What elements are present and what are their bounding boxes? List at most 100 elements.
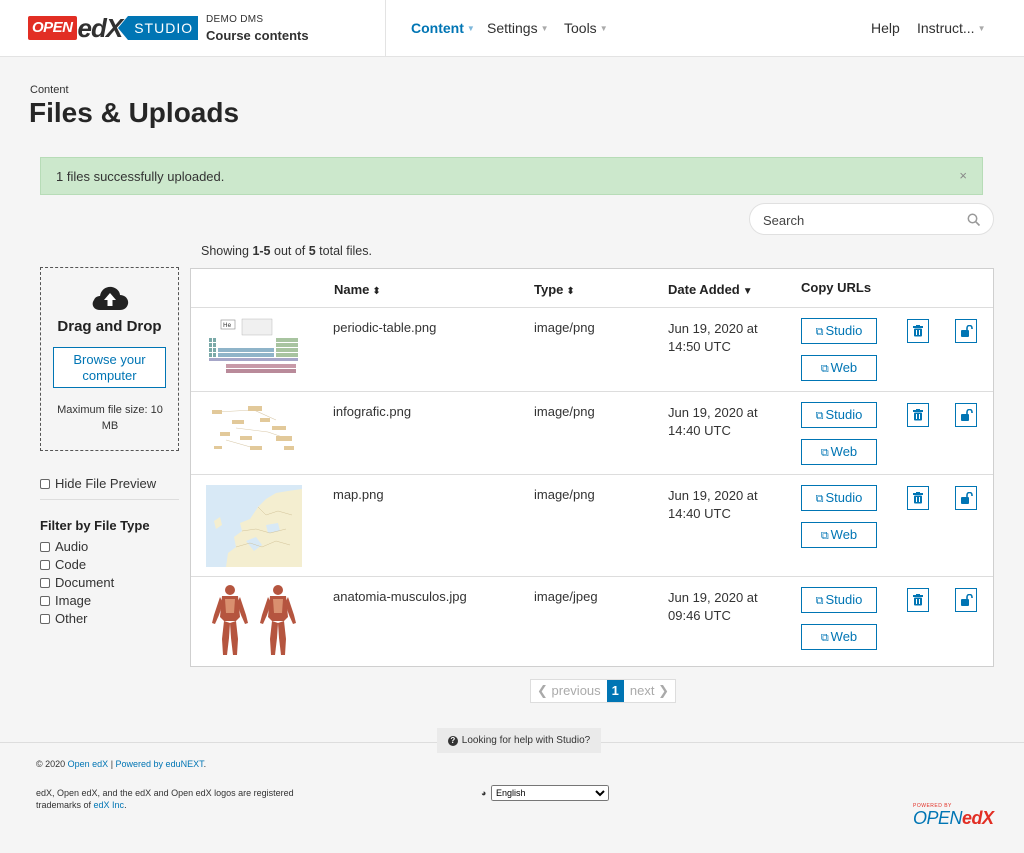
filter-audio-checkbox[interactable] xyxy=(40,541,50,552)
filter-other-checkbox[interactable] xyxy=(40,613,50,624)
logo-open-text: OPEN xyxy=(28,15,77,40)
hide-preview-toggle[interactable]: Hide File Preview xyxy=(40,476,156,491)
file-name[interactable]: anatomia-musculos.jpg xyxy=(333,589,467,604)
copy-web-url-button[interactable]: ⧉ Web xyxy=(801,522,877,548)
file-type: image/png xyxy=(534,320,595,335)
delete-button[interactable] xyxy=(907,588,929,612)
summary-total: 5 xyxy=(308,244,316,258)
filter-document-checkbox[interactable] xyxy=(40,577,50,588)
search-input[interactable] xyxy=(763,210,953,230)
search-icon[interactable] xyxy=(967,213,981,227)
filter-document[interactable]: Document xyxy=(40,575,114,590)
lock-toggle-button[interactable] xyxy=(955,588,977,612)
chevron-down-icon: ▼ xyxy=(977,24,986,33)
delete-button[interactable] xyxy=(907,486,929,510)
studio-logo[interactable]: OPEN edX STUDIO xyxy=(28,13,199,42)
powered-by-openedx-logo[interactable]: POWERED BY OPENedX xyxy=(913,803,994,827)
file-date-time: 14:40 UTC xyxy=(668,423,731,438)
filter-image[interactable]: Image xyxy=(40,593,91,608)
language-select[interactable]: English xyxy=(490,785,609,801)
table-row: He periodic-table.png image/png Jun 19, … xyxy=(191,307,993,391)
file-date: Jun 19, 2020 at 14:50 UTC xyxy=(668,320,758,356)
filter-image-checkbox[interactable] xyxy=(40,595,50,606)
course-info[interactable]: DEMO DMS Course contents xyxy=(206,14,309,43)
copy-icon: ⧉ xyxy=(815,326,824,338)
results-summary: Showing 1-5 out of 5 total files. xyxy=(201,244,372,258)
column-header-date[interactable]: Date Added ▼ xyxy=(668,282,753,297)
file-name[interactable]: periodic-table.png xyxy=(333,320,436,335)
pagination-previous[interactable]: ❮ previous xyxy=(531,680,607,702)
nav-settings-menu[interactable]: Settings ▼ xyxy=(487,20,549,36)
edx-inc-link[interactable]: edX Inc xyxy=(94,800,125,810)
copy-web-url-button[interactable]: ⧉ Web xyxy=(801,355,877,381)
nav-user-menu[interactable]: Instruct... ▼ xyxy=(917,20,986,36)
column-header-name[interactable]: Name ⬍ xyxy=(334,282,381,297)
filter-code-checkbox[interactable] xyxy=(40,559,50,570)
course-org: DEMO DMS xyxy=(206,14,264,25)
file-thumbnail[interactable] xyxy=(206,485,302,567)
unlock-icon xyxy=(961,594,973,606)
file-thumbnail[interactable]: He xyxy=(206,318,302,374)
copy-icon: ⧉ xyxy=(815,493,824,505)
file-date: Jun 19, 2020 at 14:40 UTC xyxy=(668,487,758,523)
filter-other[interactable]: Other xyxy=(40,611,88,626)
files-table: Name⬍ Type⬍ Date Added▼ Copy URLs He xyxy=(190,268,994,667)
browse-computer-button[interactable]: Browse your computer xyxy=(53,347,166,388)
copy-studio-url-button[interactable]: ⧉ Studio xyxy=(801,485,877,511)
nav-help-link[interactable]: Help xyxy=(871,20,900,36)
globe-icon: ◕ xyxy=(481,788,487,798)
close-icon[interactable]: × xyxy=(959,168,967,183)
copyright-prefix: © 2020 xyxy=(36,759,68,769)
copy-web-url-button[interactable]: ⧉ Web xyxy=(801,624,877,650)
breadcrumb: Content xyxy=(30,84,69,96)
lock-toggle-button[interactable] xyxy=(955,319,977,343)
copy-icon: ⧉ xyxy=(820,632,829,644)
file-name[interactable]: map.png xyxy=(333,487,384,502)
file-type: image/png xyxy=(534,487,595,502)
sort-icon: ⬍ xyxy=(566,286,575,297)
lock-toggle-button[interactable] xyxy=(955,403,977,427)
search-box xyxy=(749,203,994,235)
copy-studio-url-button[interactable]: ⧉ Studio xyxy=(801,318,877,344)
copy-studio-label: Studio xyxy=(825,407,863,422)
trash-icon xyxy=(913,594,923,606)
file-date: Jun 19, 2020 at 09:46 UTC xyxy=(668,589,758,625)
hide-preview-checkbox[interactable] xyxy=(40,478,50,489)
summary-range: 1-5 xyxy=(252,244,271,258)
trash-icon xyxy=(913,409,923,421)
copy-studio-url-button[interactable]: ⧉ Studio xyxy=(801,402,877,428)
filter-label: Audio xyxy=(55,539,89,554)
delete-button[interactable] xyxy=(907,403,929,427)
copy-web-url-button[interactable]: ⧉ Web xyxy=(801,439,877,465)
trademarks-text: edX, Open edX, and the edX and Open edX … xyxy=(36,788,294,810)
nav-content-menu[interactable]: Content ▼ xyxy=(411,20,475,36)
delete-button[interactable] xyxy=(907,319,929,343)
file-name[interactable]: infografic.png xyxy=(333,404,411,419)
copy-studio-label: Studio xyxy=(825,490,863,505)
table-row: map.png image/png Jun 19, 2020 at 14:40 U… xyxy=(191,474,993,576)
column-header-type[interactable]: Type ⬍ xyxy=(534,282,575,297)
table-row: infografic.png image/png Jun 19, 2020 at… xyxy=(191,391,993,474)
copyright: © 2020 Open edX | Powered by eduNEXT. xyxy=(36,759,206,769)
nav-tools-menu[interactable]: Tools ▼ xyxy=(564,20,608,36)
file-thumbnail[interactable] xyxy=(206,400,302,460)
file-dropzone[interactable]: Drag and Drop Browse your computer Maxim… xyxy=(40,267,179,451)
pagination-previous-label: previous xyxy=(551,683,601,698)
filter-audio[interactable]: Audio xyxy=(40,539,88,554)
file-thumbnail[interactable] xyxy=(206,583,302,659)
studio-help-button[interactable]: ? Looking for help with Studio? xyxy=(437,728,601,753)
powered-by-link[interactable]: Powered by eduNEXT xyxy=(116,759,204,769)
filter-label: Other xyxy=(55,611,88,626)
file-date-line: Jun 19, 2020 at xyxy=(668,488,758,503)
pagination-current-page[interactable]: 1 xyxy=(606,680,624,702)
filter-code[interactable]: Code xyxy=(40,557,86,572)
copy-studio-url-button[interactable]: ⧉ Studio xyxy=(801,587,877,613)
chevron-down-icon: ▼ xyxy=(599,24,608,33)
pagination-next[interactable]: next ❯ xyxy=(624,680,675,702)
summary-middle: out of xyxy=(270,244,309,258)
lock-toggle-button[interactable] xyxy=(955,486,977,510)
open-edx-link[interactable]: Open edX xyxy=(68,759,109,769)
header-type-label: Type xyxy=(534,282,564,297)
trademarks: edX, Open edX, and the edX and Open edX … xyxy=(36,787,316,811)
dropzone-title: Drag and Drop xyxy=(57,318,162,335)
